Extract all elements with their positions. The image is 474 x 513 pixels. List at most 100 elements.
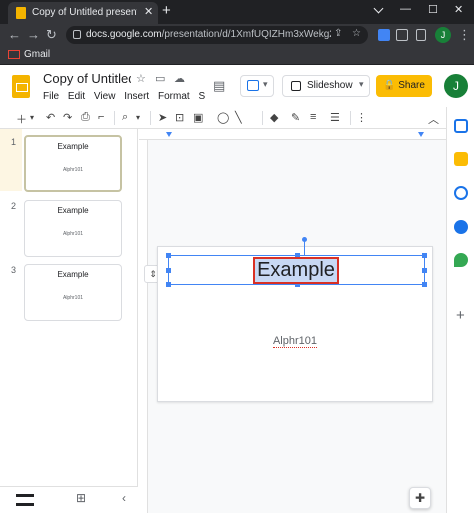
filmstrip-view-icon[interactable] — [16, 494, 34, 506]
grid-view-icon[interactable]: ⊞ — [76, 491, 86, 505]
undo-icon[interactable]: ↶ — [46, 111, 55, 124]
right-indent-marker-icon[interactable] — [418, 132, 424, 137]
address-bar: ← → ↻ docs.google.com/presentation/d/1Xm… — [0, 24, 474, 46]
menu-slide[interactable]: S — [198, 91, 205, 102]
text-box-icon[interactable]: ⊡ — [175, 111, 184, 124]
back-arrow-icon[interactable]: ← — [8, 27, 21, 42]
minimize-button[interactable]: — — [400, 3, 411, 15]
paint-format-icon[interactable]: ⌐ — [98, 111, 104, 123]
shape-icon[interactable]: ◯ — [217, 111, 229, 124]
comment-history-icon[interactable]: ▤ — [213, 78, 225, 94]
thumbnail-subtitle: Alphr101 — [62, 231, 83, 237]
select-cursor-icon[interactable]: ➤ — [158, 111, 167, 124]
account-avatar[interactable]: J — [444, 74, 468, 98]
share-button[interactable]: 🔒 Share — [376, 75, 432, 97]
title-textbox[interactable]: Example — [166, 237, 427, 287]
slide-canvas: ⇕ Example Alphr101 ✚ — [139, 129, 446, 513]
maximize-button[interactable]: ☐ — [428, 3, 438, 16]
border-dash-icon[interactable]: ☰ — [330, 111, 340, 124]
new-slide-plus-icon[interactable]: ＋ — [16, 111, 27, 127]
resize-handle[interactable] — [422, 253, 427, 258]
new-tab-button[interactable]: + — [162, 2, 171, 19]
extension-icon[interactable] — [378, 29, 390, 41]
line-icon[interactable]: ╲ — [235, 111, 242, 124]
zoom-chevron-icon[interactable]: ▾ — [136, 113, 140, 122]
toolbar-divider — [262, 111, 263, 125]
redo-icon[interactable]: ↷ — [63, 111, 72, 124]
tab-title: Copy of Untitled presentation - Google S… — [32, 7, 137, 18]
toolbar-divider — [150, 111, 151, 125]
puzzle-extensions-icon[interactable] — [396, 29, 408, 41]
editing-toolbar: ＋ ▾ ↶ ↷ ⎙ ⌐ ⌕ ▾ ➤ ⊡ ▣ ◯ ╲ ◆ ✎ ≡ ☰ ⋮ ︿ — [0, 107, 446, 129]
document-title[interactable]: Copy of Untitled presentation — [43, 71, 131, 86]
left-indent-marker-icon[interactable] — [166, 132, 172, 137]
share-page-icon[interactable]: ⇪ — [334, 28, 342, 39]
menu-edit[interactable]: Edit — [68, 91, 85, 102]
resize-handle[interactable] — [166, 268, 171, 273]
rotate-handle[interactable] — [302, 237, 307, 242]
collapse-panel-icon[interactable]: ‹ — [122, 491, 126, 505]
slides-logo-icon[interactable] — [12, 75, 30, 98]
slideshow-button[interactable]: Slideshow ▾ — [282, 75, 370, 97]
new-slide-chevron-icon[interactable]: ▾ — [30, 113, 34, 122]
image-icon[interactable]: ▣ — [193, 111, 203, 124]
reload-icon[interactable]: ↻ — [46, 27, 57, 43]
thumbnail-subtitle: Alphr101 — [62, 167, 83, 173]
slide-thumbnail-3[interactable]: Example Alphr101 — [24, 264, 122, 321]
resize-handle[interactable] — [422, 268, 427, 273]
bookmark-gmail[interactable]: Gmail — [24, 49, 50, 60]
border-weight-icon[interactable]: ≡ — [310, 111, 316, 123]
menu-file[interactable]: File — [43, 91, 59, 102]
browser-tab[interactable]: Copy of Untitled presentation - Google S… — [8, 2, 158, 24]
slide-number: 3 — [11, 265, 17, 275]
collapse-toolbar-icon[interactable]: ︿ — [428, 111, 439, 127]
slide-thumbnail-2[interactable]: Example Alphr101 — [24, 200, 122, 257]
bookmark-star-icon[interactable]: ☆ — [352, 28, 361, 39]
resize-handle[interactable] — [422, 282, 427, 287]
resize-handle[interactable] — [166, 282, 171, 287]
subtitle-textbox[interactable]: Alphr101 — [158, 335, 432, 348]
resize-handle[interactable] — [166, 253, 171, 258]
present-options-button[interactable]: ▾ — [240, 75, 274, 97]
play-icon — [291, 81, 301, 91]
maps-icon[interactable] — [454, 253, 468, 267]
slide-number: 2 — [11, 201, 17, 211]
tab-search-icon[interactable] — [373, 3, 384, 14]
keep-icon[interactable] — [454, 152, 468, 166]
browser-profile-avatar[interactable]: J — [435, 27, 451, 43]
fill-color-icon[interactable]: ◆ — [270, 111, 278, 124]
close-window-button[interactable]: ✕ — [454, 3, 463, 16]
explore-button[interactable]: ✚ — [409, 487, 431, 509]
selected-title-text[interactable]: Example — [253, 257, 339, 284]
url-input[interactable]: docs.google.com/presentation/d/1XmfUQIZH… — [66, 26, 368, 44]
thumbnail-title: Example — [57, 142, 89, 151]
calendar-icon[interactable] — [454, 119, 468, 133]
get-addons-plus-icon[interactable]: + — [456, 307, 465, 324]
contacts-icon[interactable] — [454, 220, 468, 234]
thumbnail-title: Example — [57, 270, 89, 279]
tasks-icon[interactable] — [454, 186, 468, 200]
print-icon[interactable]: ⎙ — [81, 111, 90, 124]
menu-insert[interactable]: Insert — [124, 91, 149, 102]
slideshow-label: Slideshow — [307, 80, 353, 91]
browser-tab-bar: Copy of Untitled presentation - Google S… — [0, 0, 474, 24]
browser-menu-icon[interactable]: ⋮ — [458, 27, 471, 43]
slide-thumbnail-1[interactable]: Example Alphr101 — [24, 135, 122, 192]
gmail-icon — [8, 50, 20, 59]
more-options-icon[interactable]: ⋮ — [356, 111, 367, 124]
menu-view[interactable]: View — [94, 91, 116, 102]
current-slide: Example Alphr101 — [157, 237, 433, 402]
forward-arrow-icon[interactable]: → — [27, 27, 40, 42]
tab-close-icon[interactable]: ✕ — [144, 5, 153, 18]
side-panel-icon[interactable] — [416, 29, 426, 41]
zoom-icon[interactable]: ⌕ — [122, 111, 128, 124]
horizontal-ruler — [139, 129, 446, 140]
border-color-icon[interactable]: ✎ — [291, 111, 300, 124]
star-icon[interactable]: ☆ — [136, 72, 146, 85]
lock-icon — [73, 30, 81, 39]
subtitle-text: Alphr101 — [272, 335, 318, 348]
move-folder-icon[interactable]: ▭ — [155, 72, 165, 85]
rotate-handle-line — [304, 241, 305, 255]
menu-format[interactable]: Format — [158, 91, 190, 102]
cloud-status-icon: ☁ — [174, 73, 185, 85]
